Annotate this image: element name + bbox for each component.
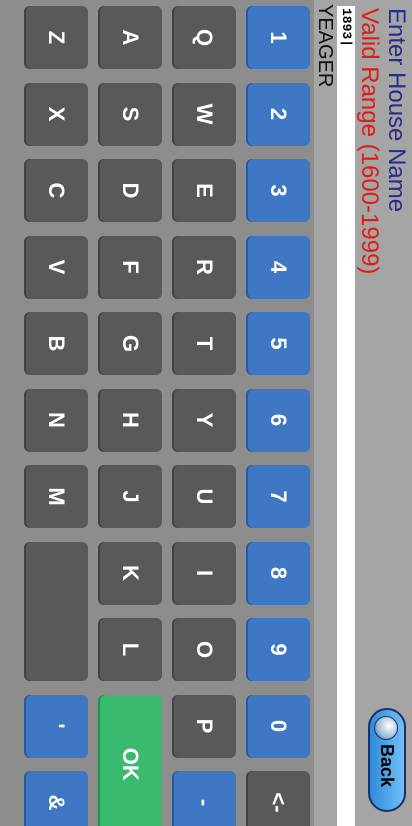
valid-range-text: Valid Range (1600-1999) [356, 8, 383, 275]
prompt-area: Enter House Name Valid Range (1600-1999)… [314, 0, 412, 826]
key-backspace[interactable]: <- [246, 771, 310, 826]
key-y[interactable]: Y [172, 388, 236, 452]
key-minus[interactable]: - [172, 771, 236, 826]
key-z[interactable]: Z [24, 6, 88, 69]
entry-field-value: 1893| [339, 8, 354, 48]
key-o[interactable]: O [172, 618, 236, 681]
key-i[interactable]: I [172, 541, 236, 605]
key-2[interactable]: 2 [246, 82, 310, 146]
key-h[interactable]: H [98, 388, 162, 452]
key-9[interactable]: 9 [246, 618, 310, 681]
key-b[interactable]: B [24, 312, 88, 375]
key-p[interactable]: P [172, 694, 236, 758]
key-d[interactable]: D [98, 159, 162, 222]
key-w[interactable]: W [172, 82, 236, 146]
key-5[interactable]: 5 [246, 312, 310, 375]
key-8[interactable]: 8 [246, 541, 310, 605]
back-button-label: Back [377, 744, 398, 788]
entry-field[interactable]: 1893| [337, 6, 355, 826]
key-6[interactable]: 6 [246, 388, 310, 452]
back-orb-icon [374, 716, 398, 740]
key-c[interactable]: C [24, 159, 88, 222]
key-l[interactable]: L [98, 618, 162, 681]
key-7[interactable]: 7 [246, 465, 310, 528]
key-m[interactable]: M [24, 465, 88, 528]
match-result-text: YEAGER [314, 4, 336, 88]
key-q[interactable]: Q [172, 6, 236, 69]
house-name-entry-screen: Enter House Name Valid Range (1600-1999)… [0, 0, 412, 826]
key-t[interactable]: T [172, 312, 236, 375]
key-n[interactable]: N [24, 388, 88, 452]
key-0[interactable]: 0 [246, 694, 310, 758]
key-s[interactable]: S [98, 82, 162, 146]
key-e[interactable]: E [172, 159, 236, 222]
key-f[interactable]: F [98, 235, 162, 299]
back-button[interactable]: Back [368, 708, 406, 812]
key-x[interactable]: X [24, 82, 88, 146]
key-a[interactable]: A [98, 6, 162, 69]
key-k[interactable]: K [98, 541, 162, 605]
key-ok[interactable]: OK [98, 694, 162, 826]
key-ampersand[interactable]: & [24, 771, 88, 826]
key-space[interactable] [24, 541, 88, 681]
key-g[interactable]: G [98, 312, 162, 375]
key-apostrophe[interactable]: ' [24, 694, 88, 758]
key-4[interactable]: 4 [246, 235, 310, 299]
prompt-title: Enter House Name [383, 8, 410, 213]
key-u[interactable]: U [172, 465, 236, 528]
key-3[interactable]: 3 [246, 159, 310, 222]
key-v[interactable]: V [24, 235, 88, 299]
key-r[interactable]: R [172, 235, 236, 299]
key-j[interactable]: J [98, 465, 162, 528]
key-1[interactable]: 1 [246, 6, 310, 69]
